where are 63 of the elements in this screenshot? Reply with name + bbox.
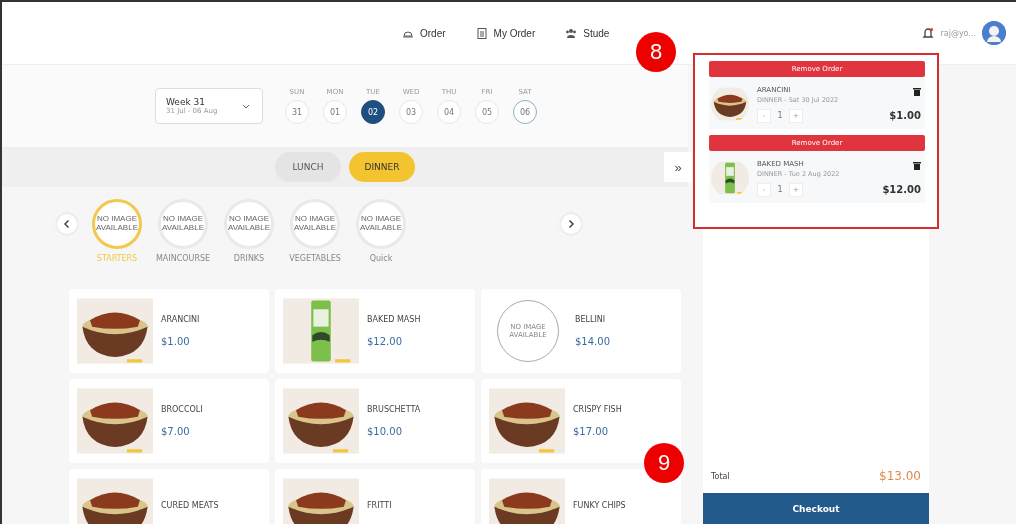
nav-link[interactable]: Order — [400, 25, 448, 41]
menu-item-card[interactable]: ARANCINI $1.00 — [69, 289, 269, 373]
meal-tab[interactable]: DINNER — [349, 152, 415, 182]
quantity-value: 1 — [776, 111, 784, 120]
collapse-button[interactable]: » — [664, 152, 692, 182]
item-name: CURED MEATS — [161, 500, 219, 510]
item-name: ARANCINI — [161, 315, 200, 324]
no-image-placeholder: NO IMAGE AVAILABLE — [290, 199, 340, 249]
checkout-button[interactable]: Checkout — [703, 493, 929, 524]
item-name: BROCCOLI — [161, 405, 203, 414]
nav-link[interactable]: Stude — [563, 25, 612, 41]
item-price: $10.00 — [367, 426, 403, 437]
item-name: FRITTI — [367, 500, 392, 510]
trash-icon[interactable] — [913, 87, 921, 96]
item-price: $14.00 — [575, 336, 610, 347]
clipboard-icon — [475, 27, 488, 39]
menu-item-card[interactable]: BRUSCHETTA $10.00 — [275, 379, 475, 463]
menu-item-card[interactable]: FRITTI — [275, 469, 475, 524]
bell-icon[interactable] — [922, 27, 935, 39]
quantity-value: 1 — [776, 185, 784, 194]
cart-item-price: $12.00 — [882, 184, 921, 195]
user-email: raj@yo... — [940, 28, 976, 38]
category-item[interactable]: NO IMAGE AVAILABLE STARTERS — [87, 199, 147, 263]
previous-icon[interactable] — [57, 214, 77, 234]
no-image-placeholder: NO IMAGE AVAILABLE — [356, 199, 406, 249]
date-button[interactable]: 31 — [285, 100, 309, 124]
date-button[interactable]: 03 — [399, 100, 423, 124]
meal-tab[interactable]: LUNCH — [275, 152, 341, 182]
item-price: $1.00 — [161, 336, 191, 347]
next-icon[interactable] — [561, 214, 581, 234]
no-image-placeholder: NO IMAGE AVAILABLE — [224, 199, 274, 249]
date-button[interactable]: 05 — [475, 100, 499, 124]
trash-icon[interactable] — [913, 161, 921, 170]
category-item[interactable]: NO IMAGE AVAILABLE VEGETABLES — [285, 199, 345, 263]
item-name: BELLINI — [575, 315, 607, 324]
date-button[interactable]: 01 — [323, 100, 347, 124]
item-name: FUNKY CHIPS — [573, 500, 626, 510]
no-image-placeholder: NO IMAGE AVAILABLE — [158, 199, 208, 249]
date-button[interactable]: 06 — [513, 100, 537, 124]
no-image-placeholder: NO IMAGE AVAILABLE — [92, 199, 142, 249]
total-label: Total — [711, 471, 730, 481]
item-name: BRUSCHETTA — [367, 405, 421, 414]
date-button[interactable]: 04 — [437, 100, 461, 124]
nav-link[interactable]: My Order — [473, 25, 538, 41]
item-name: BAKED MASH — [367, 315, 421, 324]
category-item[interactable]: NO IMAGE AVAILABLE Quick — [351, 199, 411, 263]
can-drawing — [711, 159, 749, 197]
category-item[interactable]: NO IMAGE AVAILABLE DRINKS — [219, 199, 279, 263]
menu-item-card[interactable]: CURED MEATS — [69, 469, 269, 524]
menu-item-card[interactable]: BAKED MASH $12.00 — [275, 289, 475, 373]
item-name: CRISPY FISH — [573, 405, 622, 414]
menu-item-card[interactable]: BROCCOLI $7.00 — [69, 379, 269, 463]
item-price: $7.00 — [161, 426, 191, 437]
category-item[interactable]: NO IMAGE AVAILABLE MAINCOURSE — [153, 199, 213, 263]
cart-item-price: $1.00 — [889, 110, 921, 121]
bowl-drawing — [711, 85, 749, 123]
total-value: $13.00 — [879, 469, 921, 483]
date-button[interactable]: 02 — [361, 100, 385, 124]
people-icon — [565, 27, 578, 39]
item-price: $17.00 — [573, 426, 609, 437]
menu-item-card[interactable]: FUNKY CHIPS — [481, 469, 681, 524]
avatar-icon[interactable] — [982, 21, 1006, 45]
item-price: $12.00 — [367, 336, 403, 347]
